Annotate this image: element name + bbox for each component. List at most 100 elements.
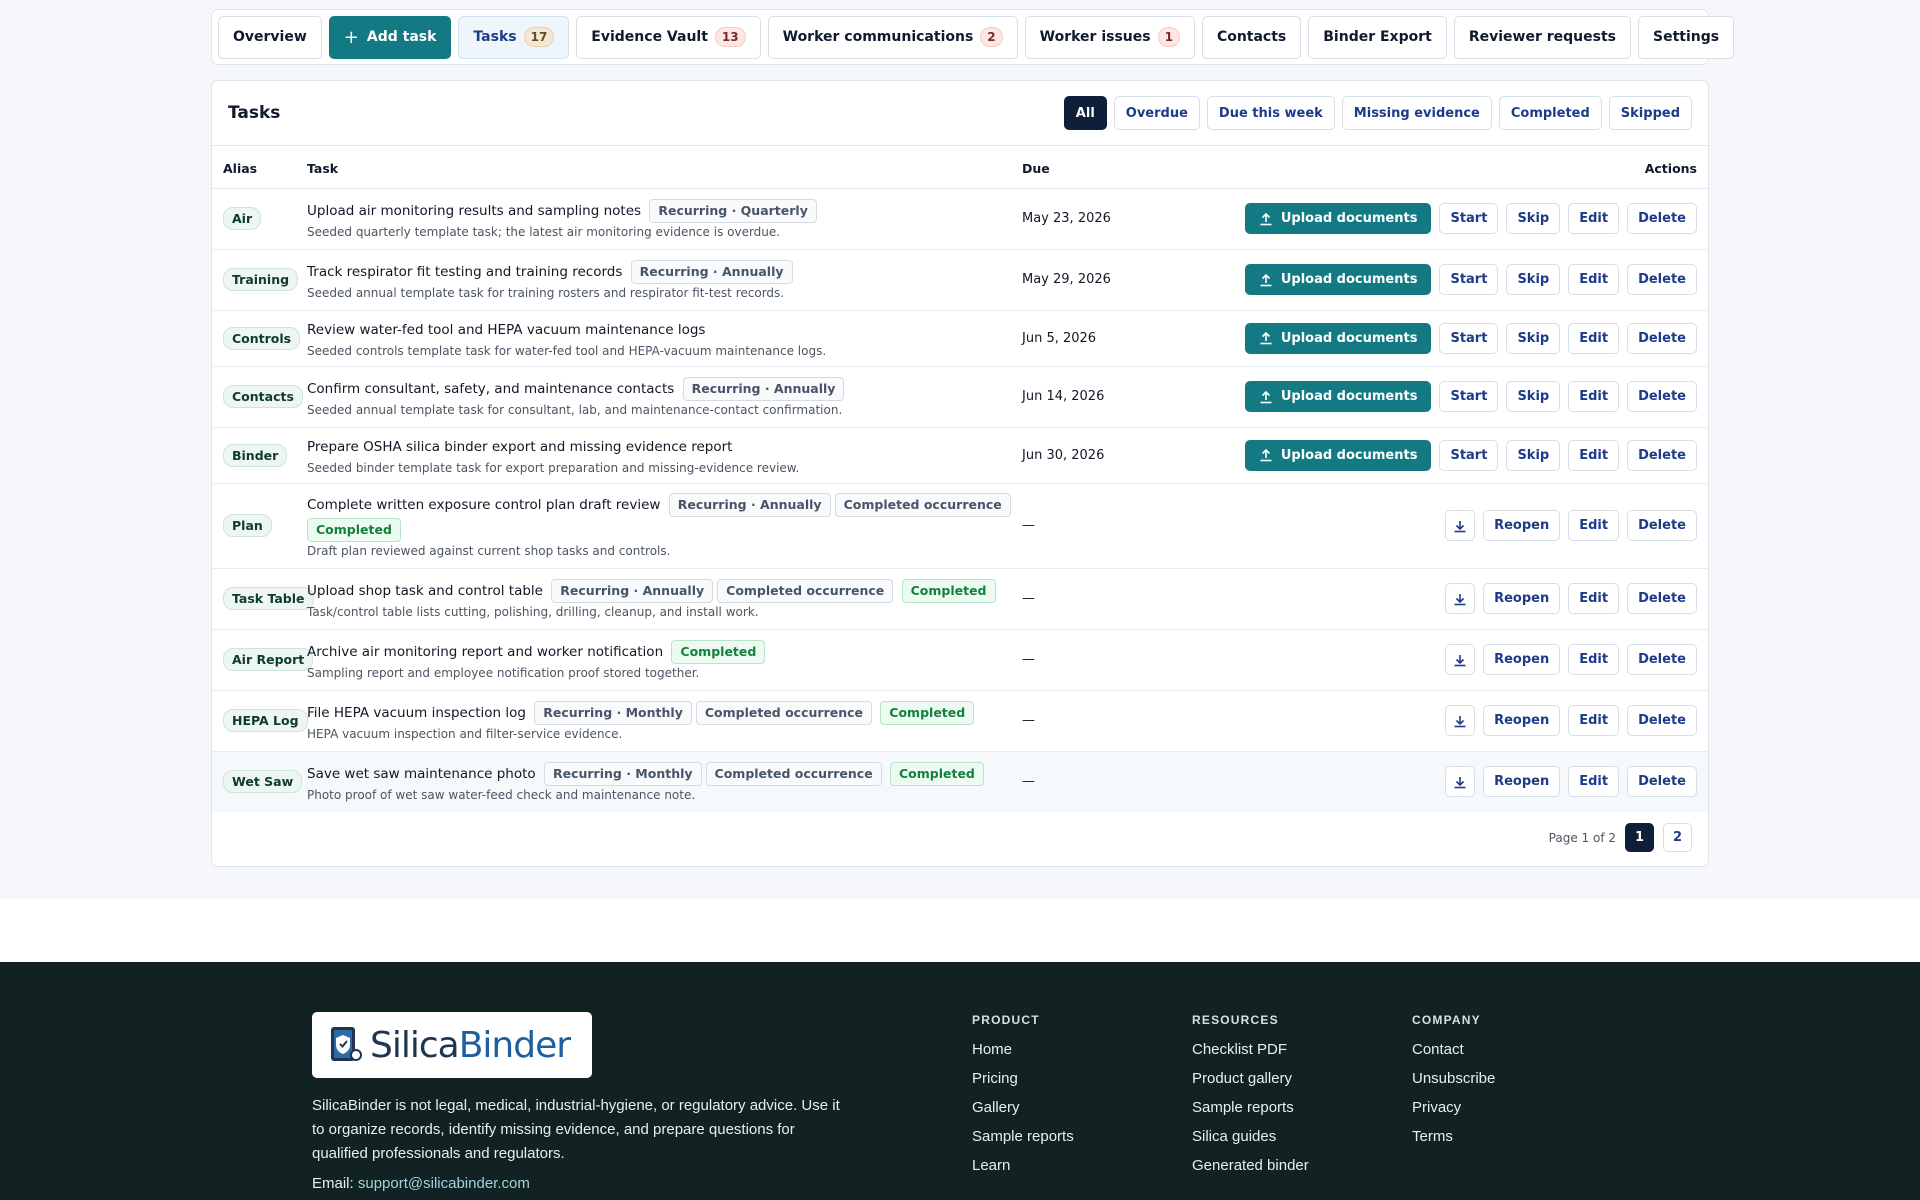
delete-button[interactable]: Delete: [1627, 439, 1697, 471]
skip-button[interactable]: Skip: [1506, 322, 1561, 354]
page-2-button[interactable]: 2: [1663, 823, 1692, 852]
edit-button[interactable]: Edit: [1568, 381, 1620, 412]
footer-link-generated-binder[interactable]: Generated binder: [1192, 1157, 1309, 1174]
delete-button[interactable]: Delete: [1627, 766, 1697, 798]
tab-reviewer-requests[interactable]: Reviewer requests: [1453, 15, 1631, 59]
footer-link-pricing[interactable]: Pricing: [972, 1070, 1074, 1087]
delete-button[interactable]: Delete: [1627, 510, 1697, 541]
skip-button[interactable]: Skip: [1506, 264, 1561, 295]
edit-button[interactable]: Edit: [1568, 705, 1620, 736]
edit-button[interactable]: Edit: [1568, 510, 1620, 541]
task-title-line: Track respirator fit testing and trainin…: [307, 259, 1022, 285]
recurrence-tag: Recurring · Quarterly: [649, 198, 817, 223]
due-date: Jun 30, 2026: [1022, 447, 1105, 463]
table-row: Wet Saw Save wet saw maintenance photo Re…: [212, 751, 1708, 812]
footer-link-sample-reports[interactable]: Sample reports: [972, 1128, 1074, 1145]
row-actions: Upload documents Start Skip Edit Delete: [1222, 264, 1708, 295]
footer-link-home[interactable]: Home: [972, 1041, 1074, 1058]
edit-button[interactable]: Edit: [1568, 203, 1620, 234]
reopen-button[interactable]: Reopen: [1483, 705, 1561, 736]
footer-link-gallery[interactable]: Gallery: [972, 1099, 1074, 1116]
tab-settings[interactable]: Settings: [1637, 15, 1735, 59]
skip-button[interactable]: Skip: [1506, 203, 1561, 234]
status-badge: Completed: [901, 578, 996, 603]
download-button[interactable]: [1445, 644, 1476, 675]
delete-button[interactable]: Delete: [1627, 644, 1697, 675]
download-button[interactable]: [1445, 510, 1476, 541]
filter-missing-evidence[interactable]: Missing evidence: [1341, 96, 1492, 130]
upload-documents-button[interactable]: Upload documents: [1244, 203, 1432, 234]
start-button[interactable]: Start: [1439, 322, 1499, 354]
delete-button[interactable]: Delete: [1627, 203, 1697, 234]
footer-link-silica-guides[interactable]: Silica guides: [1192, 1128, 1309, 1145]
edit-button[interactable]: Edit: [1568, 264, 1620, 295]
edit-button[interactable]: Edit: [1568, 439, 1620, 471]
tab-worker-issues[interactable]: Worker issues 1: [1024, 15, 1195, 59]
upload-documents-button[interactable]: Upload documents: [1244, 381, 1432, 412]
table-row: Air Upload air monitoring results and sam…: [212, 188, 1708, 249]
download-button[interactable]: [1445, 766, 1476, 798]
skip-button[interactable]: Skip: [1506, 381, 1561, 412]
row-actions: Upload documents Start Skip Edit Delete: [1222, 203, 1708, 234]
footer-link-sample-reports[interactable]: Sample reports: [1192, 1099, 1309, 1116]
filter-skipped[interactable]: Skipped: [1608, 96, 1692, 130]
edit-button[interactable]: Edit: [1568, 583, 1620, 614]
filter-due-this-week[interactable]: Due this week: [1206, 96, 1335, 130]
tab-label: Add task: [366, 29, 437, 45]
due-date: May 29, 2026: [1022, 272, 1111, 287]
task-title: Prepare OSHA silica binder export and mi…: [307, 439, 733, 455]
task-description: Seeded quarterly template task; the late…: [307, 224, 781, 239]
tab-binder-export[interactable]: Binder Export: [1308, 15, 1447, 59]
start-button[interactable]: Start: [1439, 381, 1499, 412]
reopen-button[interactable]: Reopen: [1483, 510, 1561, 541]
upload-documents-button[interactable]: Upload documents: [1244, 322, 1432, 354]
tab-overview[interactable]: Overview: [218, 15, 322, 59]
delete-button[interactable]: Delete: [1627, 264, 1697, 295]
support-email-link[interactable]: support@silicabinder.com: [358, 1175, 530, 1192]
upload-documents-button[interactable]: Upload documents: [1244, 439, 1432, 471]
footer-link-privacy[interactable]: Privacy: [1412, 1099, 1495, 1116]
start-button[interactable]: Start: [1439, 264, 1499, 295]
delete-button[interactable]: Delete: [1627, 705, 1697, 736]
alias-chip: Air: [223, 207, 262, 230]
table-row: Binder Prepare OSHA silica binder export …: [212, 427, 1708, 483]
filter-completed[interactable]: Completed: [1498, 96, 1602, 130]
tasks-card: Tasks All Overdue Due this week Missing …: [211, 80, 1709, 867]
delete-button[interactable]: Delete: [1627, 381, 1697, 412]
delete-button[interactable]: Delete: [1627, 583, 1697, 614]
edit-button[interactable]: Edit: [1568, 644, 1620, 675]
task-description: Seeded annual template task for consulta…: [307, 402, 843, 417]
footer-link-checklist-pdf[interactable]: Checklist PDF: [1192, 1041, 1309, 1058]
add-task-button[interactable]: + Add task: [328, 15, 452, 59]
edit-button[interactable]: Edit: [1568, 766, 1620, 798]
upload-documents-button[interactable]: Upload documents: [1244, 264, 1432, 295]
reopen-button[interactable]: Reopen: [1483, 644, 1561, 675]
tab-contacts[interactable]: Contacts: [1201, 15, 1302, 59]
footer-link-contact[interactable]: Contact: [1412, 1041, 1495, 1058]
skip-button[interactable]: Skip: [1506, 439, 1561, 471]
download-button[interactable]: [1445, 583, 1476, 614]
filter-overdue[interactable]: Overdue: [1113, 96, 1200, 130]
footer-column-company: COMPANY Contact Unsubscribe Privacy Term…: [1412, 1013, 1495, 1157]
footer-column-product: PRODUCT Home Pricing Gallery Sample repo…: [972, 1013, 1074, 1186]
edit-button[interactable]: Edit: [1568, 322, 1620, 354]
footer-link-terms[interactable]: Terms: [1412, 1128, 1495, 1145]
tab-evidence-vault[interactable]: Evidence Vault 13: [576, 15, 761, 59]
tab-worker-communications[interactable]: Worker communications 2: [767, 15, 1018, 59]
footer-link-product-gallery[interactable]: Product gallery: [1192, 1070, 1309, 1087]
footer-logo[interactable]: SilicaBinder: [312, 1012, 592, 1078]
filter-all[interactable]: All: [1063, 96, 1107, 130]
table-row: Controls Review water-fed tool and HEPA v…: [212, 310, 1708, 366]
delete-button[interactable]: Delete: [1627, 322, 1697, 354]
start-button[interactable]: Start: [1439, 203, 1499, 234]
reopen-button[interactable]: Reopen: [1483, 766, 1561, 798]
download-button[interactable]: [1445, 705, 1476, 736]
column-header-alias: Alias: [212, 146, 307, 189]
footer-link-learn[interactable]: Learn: [972, 1157, 1074, 1174]
reopen-button[interactable]: Reopen: [1483, 583, 1561, 614]
page-1-button[interactable]: 1: [1625, 823, 1654, 852]
footer-link-unsubscribe[interactable]: Unsubscribe: [1412, 1070, 1495, 1087]
tab-tasks[interactable]: Tasks 17: [458, 15, 570, 59]
footer-heading: RESOURCES: [1192, 1013, 1279, 1027]
start-button[interactable]: Start: [1439, 439, 1499, 471]
